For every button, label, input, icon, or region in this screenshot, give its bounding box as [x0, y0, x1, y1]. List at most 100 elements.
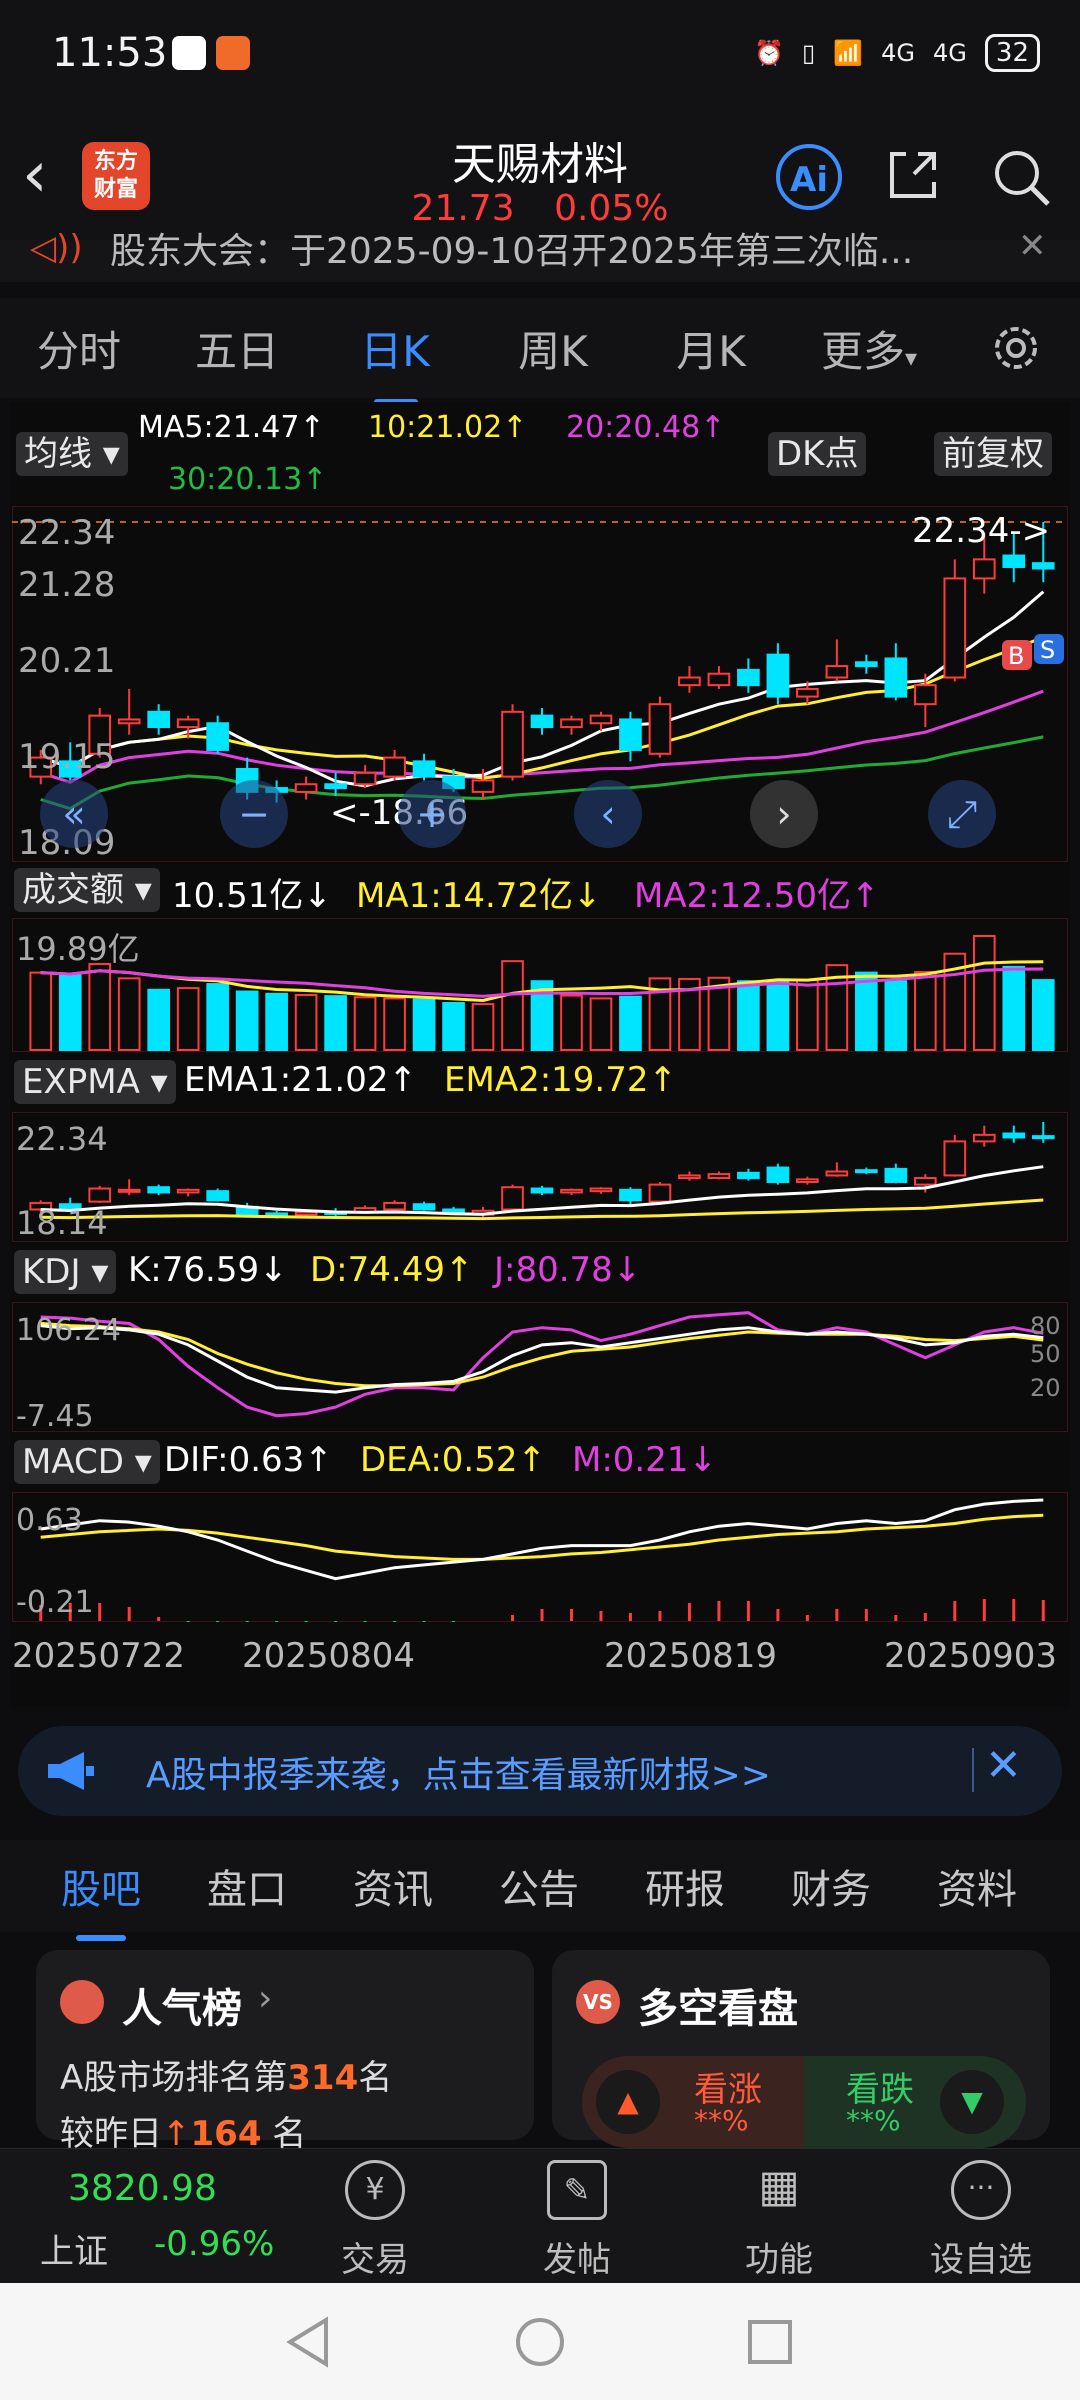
volume-bar — [796, 979, 819, 1051]
fullscreen-icon[interactable]: ⤢ — [928, 780, 996, 848]
macd-chip[interactable]: MACD ▾ — [14, 1440, 160, 1484]
macd-axis-bottom: -0.21 — [16, 1585, 94, 1620]
main-candle — [1002, 554, 1026, 568]
adjustment-chip[interactable]: 前复权 — [934, 432, 1052, 476]
system-home-icon[interactable] — [514, 2316, 566, 2368]
system-back-icon[interactable] — [284, 2316, 332, 2368]
candlestick-chart[interactable]: 22.34 21.28 20.21 19.15 18.09 22.34-> <-… — [12, 506, 1068, 862]
main-candle — [707, 672, 731, 687]
tab-order-book[interactable]: 盘口 — [174, 1857, 320, 1915]
tab-research[interactable]: 研报 — [612, 1857, 758, 1915]
search-icon[interactable] — [990, 146, 1052, 208]
grid-icon: ▦ — [758, 2161, 800, 2212]
tab-more[interactable]: 更多▾ — [790, 318, 948, 379]
tab-forum[interactable]: 股吧 — [28, 1857, 174, 1941]
main-candle — [147, 710, 171, 729]
expma-candle — [855, 1169, 878, 1174]
status-time: 11:53 — [52, 30, 168, 76]
ma-chip[interactable]: 均线 ▾ — [16, 432, 128, 476]
expma-candle — [884, 1167, 908, 1183]
volume-bar — [58, 974, 82, 1051]
share-icon[interactable] — [884, 146, 942, 204]
ma10-value: 10:21.02↑ — [368, 410, 528, 445]
banner-close-icon[interactable]: ✕ — [985, 1740, 1022, 1791]
expma-chip[interactable]: EXPMA ▾ — [14, 1060, 176, 1104]
macd-dif-line — [40, 1498, 1044, 1581]
nav-add-watchlist-label: 设自选 — [930, 2240, 1032, 2280]
main-candle — [353, 771, 377, 786]
bear-arrow-icon: ▼ — [940, 2070, 1004, 2134]
zoom-in-icon[interactable]: + — [398, 780, 466, 848]
ma30-value: 30:20.13↑ — [168, 462, 328, 497]
tab-monthly-k[interactable]: 月K — [632, 318, 790, 379]
expma-candle — [88, 1187, 112, 1203]
expma-candle — [913, 1177, 937, 1186]
main-candle — [530, 714, 554, 729]
axis-label-4: 19.15 — [18, 737, 115, 777]
main-candle — [383, 756, 406, 778]
period-tabs: 分时 五日 日K 周K 月K 更多▾ — [0, 298, 1080, 405]
nav-functions[interactable]: ▦ 功能 — [704, 2160, 854, 2280]
tab-intraday[interactable]: 分时 — [0, 318, 158, 379]
expma-candle — [147, 1186, 171, 1194]
volume-chip[interactable]: 成交额 ▾ — [14, 868, 160, 912]
notice-text[interactable]: 股东大会：于2025-09-10召开2025年第三次临... — [110, 222, 960, 274]
volume-bar — [766, 981, 790, 1051]
ai-assistant-icon[interactable]: Ai — [776, 144, 842, 210]
ema1-value: EMA1:21.02↑ — [184, 1060, 417, 1100]
main-candle — [737, 668, 760, 687]
tab-news[interactable]: 资讯 — [320, 1857, 466, 1915]
kdj-d-line — [40, 1321, 1044, 1388]
kdj-k-value: K:76.59↓ — [128, 1250, 288, 1290]
volume-bar — [353, 996, 377, 1051]
tab-announcements[interactable]: 公告 — [466, 1857, 612, 1915]
index-ticker[interactable]: 3820.98 上证 -0.96% — [30, 2152, 280, 2277]
expma-candle — [972, 1133, 996, 1143]
gear-icon[interactable] — [990, 322, 1042, 374]
scroll-left-icon[interactable]: ‹ — [574, 780, 642, 848]
nav-add-watchlist[interactable]: ··· 设自选 — [906, 2160, 1056, 2280]
nav-trade[interactable]: ¥ 交易 — [300, 2160, 450, 2280]
tab-daily-k[interactable]: 日K — [316, 318, 474, 405]
volume-bar — [589, 997, 613, 1051]
nav-post[interactable]: ✎ 发帖 — [502, 2160, 652, 2280]
kdj-chip[interactable]: KDJ ▾ — [14, 1250, 117, 1294]
main-candle — [324, 783, 347, 790]
main-candle — [855, 661, 878, 668]
volume-chart[interactable]: 19.89亿 — [12, 918, 1068, 1052]
tab-profile[interactable]: 资料 — [904, 1857, 1050, 1915]
expma-candle — [412, 1203, 436, 1211]
expma-candle — [737, 1171, 760, 1180]
kdj-j-line — [40, 1311, 1044, 1418]
main-candle — [884, 657, 908, 698]
expma-candle — [796, 1178, 819, 1183]
system-recents-icon[interactable] — [746, 2318, 794, 2366]
tab-weekly-k[interactable]: 周K — [474, 318, 632, 379]
main-candle — [678, 676, 701, 687]
tab-more-label: 更多 — [820, 326, 905, 376]
main-chart-frame — [12, 506, 1068, 862]
volume-bar — [972, 935, 996, 1051]
popularity-title: 人气榜 — [122, 1986, 242, 2032]
expma-candle — [707, 1173, 731, 1180]
kdj-axis-bottom: -7.45 — [16, 1399, 94, 1432]
scroll-left-fast-icon[interactable]: « — [40, 780, 108, 848]
volume-bar — [324, 995, 347, 1051]
main-candle — [589, 714, 613, 725]
expma-chip-label: EXPMA — [22, 1062, 140, 1102]
scroll-right-icon[interactable]: › — [750, 780, 818, 848]
banner-text[interactable]: A股中报季来袭，点击查看最新财报>> — [146, 1746, 771, 1798]
high-marker: 22.34-> — [912, 511, 1050, 551]
ma-chip-label: 均线 — [24, 434, 92, 474]
dk-point-chip[interactable]: DK点 — [768, 432, 867, 476]
main-candle — [206, 722, 229, 751]
tab-financials[interactable]: 财务 — [758, 1857, 904, 1915]
zoom-out-icon[interactable]: − — [220, 780, 288, 848]
notice-close-icon[interactable]: ✕ — [1018, 226, 1047, 266]
trade-icon: ¥ — [345, 2160, 405, 2220]
expma-chart[interactable]: 22.34 18.14 — [12, 1112, 1068, 1242]
macd-chart[interactable]: 0.63 -0.21 — [12, 1492, 1068, 1622]
kdj-chart[interactable]: 106.24 -7.45 80 50 20 — [12, 1302, 1068, 1432]
alarm-icon: ⏰ — [754, 39, 785, 67]
tab-five-day[interactable]: 五日 — [158, 318, 316, 379]
